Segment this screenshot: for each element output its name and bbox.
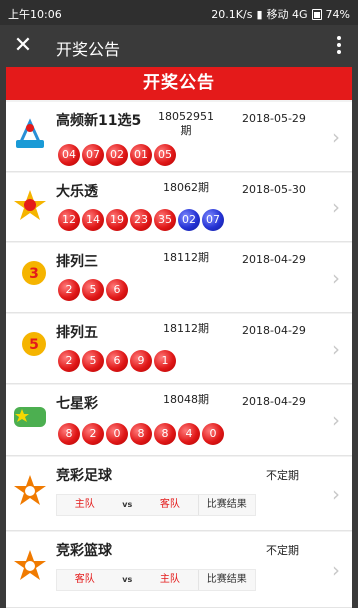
chevron-right-icon: › (332, 124, 340, 149)
network-speed: 20.1K/s (211, 7, 253, 21)
battery-level: 74% (325, 7, 350, 21)
battery-icon (311, 8, 322, 20)
blue-ball: 07 (202, 209, 224, 231)
status-bar: 上午10:06 20.1K/s ▮ 移动 4G 74% (0, 0, 358, 25)
chevron-right-icon: › (332, 336, 340, 361)
more-options-icon[interactable] (336, 36, 342, 56)
sports-name: 竞彩篮球 (56, 543, 112, 559)
red-ball: 4 (178, 423, 200, 445)
red-ball: 0 (106, 423, 128, 445)
jingcai-football-logo-icon (14, 475, 46, 505)
red-ball: 5 (82, 350, 104, 372)
status-right: 20.1K/s ▮ 移动 4G 74% (211, 6, 350, 22)
red-ball: 14 (82, 209, 104, 231)
sports-schedule: 不定期 (266, 469, 299, 482)
lottery-row-daletou[interactable]: 大乐透 18062期 2018-05-30 12 14 19 23 35 02 … (6, 173, 352, 242)
red-ball: 8 (154, 423, 176, 445)
lottery-date: 2018-04-29 (242, 253, 306, 266)
sports-row-basketball[interactable]: 竞彩篮球 不定期 客队 vs 主队 比赛结果 › (6, 532, 352, 608)
red-ball: 6 (106, 279, 128, 301)
lottery-date: 2018-04-29 (242, 395, 306, 408)
ball-list: 2 5 6 9 1 (58, 350, 176, 372)
away-team-label: 客队 (74, 574, 95, 585)
red-ball: 04 (58, 144, 80, 166)
lottery-period: 18062期 (163, 181, 209, 194)
lottery-period: 18048期 (163, 393, 209, 406)
lottery-period: 18052951期 (158, 110, 214, 137)
banner-title: 开奖公告 (6, 67, 352, 100)
carrier-label: 移动 4G (266, 8, 308, 21)
red-ball: 1 (154, 350, 176, 372)
match-result-label: 比赛结果 (197, 570, 255, 590)
red-ball: 2 (58, 279, 80, 301)
pailie3-logo-icon: 3 (22, 261, 46, 285)
blue-ball: 02 (178, 209, 200, 231)
pailie5-logo-icon: 5 (22, 332, 46, 356)
home-team-label: 主队 (74, 499, 95, 510)
svg-text:5: 5 (29, 337, 39, 353)
match-result-label: 比赛结果 (197, 495, 255, 515)
away-team-label: 客队 (159, 499, 180, 510)
lottery-date: 2018-05-30 (242, 183, 306, 196)
lottery-name: 排列五 (56, 325, 98, 341)
status-time: 上午10:06 (8, 8, 62, 21)
lottery-row-pailie3[interactable]: 3 排列三 18112期 2018-04-29 2 5 6 › (6, 243, 352, 313)
match-box: 主队 vs 客队 比赛结果 (56, 494, 256, 516)
red-ball: 2 (82, 423, 104, 445)
lottery-row-gaopin[interactable]: 高频新11选5 18052951期 2018-05-29 04 07 02 01… (6, 102, 352, 172)
ball-list: 2 5 6 (58, 279, 128, 301)
ball-list: 12 14 19 23 35 02 07 (58, 209, 224, 231)
red-ball: 35 (154, 209, 176, 231)
red-ball: 07 (82, 144, 104, 166)
red-ball: 8 (130, 423, 152, 445)
title-bar: ✕ 开奖公告 (0, 25, 358, 67)
ball-list: 8 2 0 8 8 4 0 (58, 423, 224, 445)
svg-text:3: 3 (29, 266, 39, 282)
lottery-period: 18112期 (163, 251, 209, 264)
match-box: 客队 vs 主队 比赛结果 (56, 569, 256, 591)
lottery-row-qixingcai[interactable]: 七星彩 18048期 2018-04-29 8 2 0 8 8 4 0 › (6, 385, 352, 456)
lottery-name: 七星彩 (56, 396, 98, 412)
red-ball: 5 (82, 279, 104, 301)
lottery-name: 排列三 (56, 254, 98, 270)
vs-label: vs (122, 575, 133, 584)
home-team-label: 主队 (159, 574, 180, 585)
lottery-date: 2018-05-29 (242, 112, 306, 125)
red-ball: 0 (202, 423, 224, 445)
ball-list: 04 07 02 01 05 (58, 144, 176, 166)
qixingcai-logo-icon (14, 407, 46, 427)
daletou-logo-icon (14, 190, 46, 220)
jingcai-basketball-logo-icon (14, 550, 46, 580)
red-ball: 05 (154, 144, 176, 166)
main-content: 开奖公告 高频新11选5 18052951期 2018-05-29 04 07 … (6, 67, 352, 608)
chevron-right-icon: › (332, 265, 340, 290)
red-ball: 9 (130, 350, 152, 372)
signal-icon: ▮ (256, 7, 263, 21)
vs-label: vs (122, 500, 133, 509)
chevron-right-icon: › (332, 557, 340, 582)
sports-row-football[interactable]: 竞彩足球 不定期 主队 vs 客队 比赛结果 › (6, 457, 352, 531)
red-ball: 02 (106, 144, 128, 166)
red-ball: 01 (130, 144, 152, 166)
chevron-right-icon: › (332, 408, 340, 432)
page-title: 开奖公告 (56, 40, 121, 59)
sports-name: 竞彩足球 (56, 468, 112, 484)
red-ball: 8 (58, 423, 80, 445)
red-ball: 23 (130, 209, 152, 231)
red-ball: 12 (58, 209, 80, 231)
gaopin-11x5-logo-icon (16, 118, 44, 148)
chevron-right-icon: › (332, 481, 340, 506)
lottery-date: 2018-04-29 (242, 324, 306, 337)
close-icon[interactable]: ✕ (10, 33, 36, 59)
red-ball: 19 (106, 209, 128, 231)
chevron-right-icon: › (332, 195, 340, 219)
lottery-name: 高频新11选5 (56, 113, 142, 129)
lottery-row-pailie5[interactable]: 5 排列五 18112期 2018-04-29 2 5 6 9 1 › (6, 314, 352, 384)
red-ball: 2 (58, 350, 80, 372)
sports-schedule: 不定期 (266, 544, 299, 557)
lottery-period: 18112期 (163, 322, 209, 335)
red-ball: 6 (106, 350, 128, 372)
lottery-name: 大乐透 (56, 184, 98, 200)
